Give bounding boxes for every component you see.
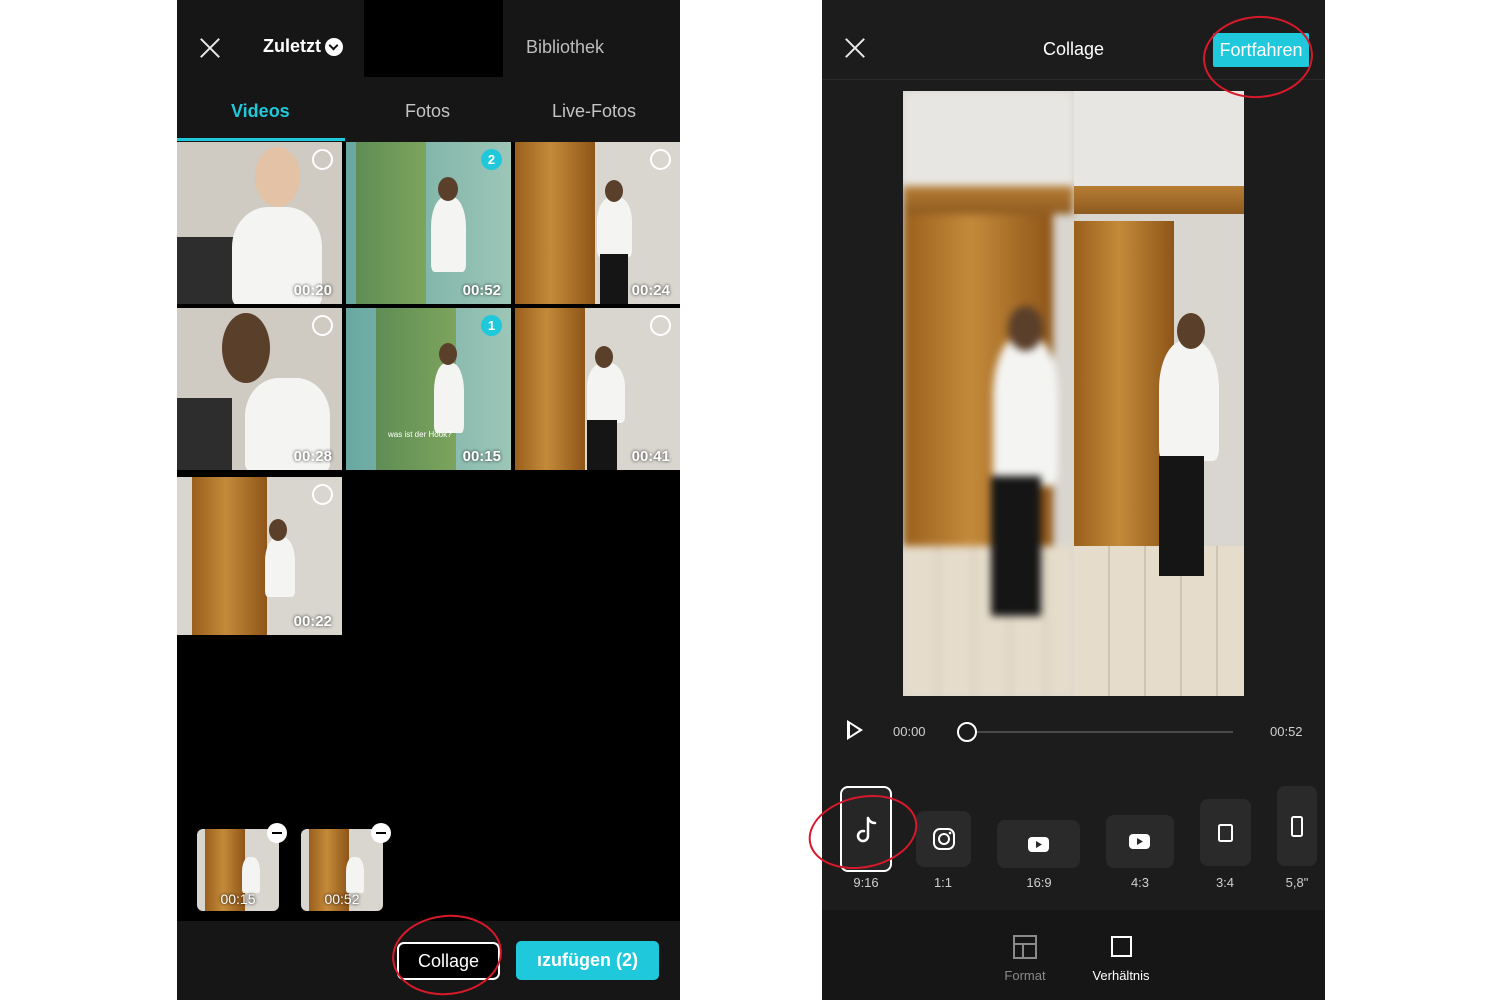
media-thumbnail[interactable]: 00:41 — [515, 308, 680, 470]
duration-label: 00:15 — [220, 891, 256, 907]
ratio-1-1-button[interactable] — [916, 811, 971, 867]
portrait-rect-icon — [1218, 824, 1233, 842]
media-thumbnail[interactable]: 2 00:52 — [346, 142, 511, 304]
layout-grid-icon — [1013, 935, 1037, 959]
ratio-5-8-button[interactable] — [1277, 786, 1317, 866]
media-picker-screen: Zuletzt Bibliothek Videos Fotos Live-Fot… — [177, 0, 680, 1000]
selection-circle[interactable] — [312, 149, 333, 170]
youtube-icon — [1129, 834, 1150, 849]
selection-circle[interactable] — [312, 315, 333, 336]
duration-label: 00:52 — [324, 891, 360, 907]
remove-clip-icon[interactable] — [267, 823, 287, 843]
selected-clip[interactable]: 00:52 — [301, 829, 383, 911]
editor-bottom-tabs: Format Verhältnis — [822, 910, 1325, 1000]
picker-top-bar: Zuletzt Bibliothek — [177, 0, 680, 80]
album-selector[interactable]: Zuletzt — [263, 36, 343, 57]
current-time: 00:00 — [893, 724, 926, 739]
playhead-knob[interactable] — [957, 722, 977, 742]
media-type-tabs: Videos Fotos Live-Fotos — [177, 80, 680, 142]
close-icon[interactable] — [199, 37, 221, 59]
library-tab[interactable]: Bibliothek — [526, 37, 604, 58]
tab-photos[interactable]: Fotos — [405, 101, 450, 122]
selection-number[interactable]: 2 — [481, 149, 502, 170]
ratio-label: 16:9 — [1026, 875, 1052, 890]
selection-circle[interactable] — [650, 149, 671, 170]
ratio-label: 3:4 — [1215, 875, 1235, 890]
add-button[interactable]: ızufügen (2) — [516, 941, 659, 980]
ratio-3-4-button[interactable] — [1200, 799, 1251, 866]
active-tab-indicator — [177, 138, 345, 141]
selected-clip[interactable]: 00:15 — [197, 829, 279, 911]
duration-label: 00:41 — [631, 448, 670, 465]
collage-preview[interactable] — [903, 91, 1244, 696]
duration-label: 00:22 — [293, 613, 332, 630]
youtube-icon — [1028, 837, 1049, 852]
media-thumbnail[interactable]: 00:28 — [177, 308, 342, 470]
ratio-label: 5,8" — [1285, 875, 1309, 890]
total-time: 00:52 — [1270, 724, 1303, 739]
instagram-icon — [933, 828, 955, 850]
remove-clip-icon[interactable] — [371, 823, 391, 843]
selection-circle[interactable] — [650, 315, 671, 336]
media-thumbnail[interactable]: 00:22 — [177, 477, 342, 635]
duration-label: 00:20 — [293, 282, 332, 299]
chevron-down-icon — [325, 37, 343, 56]
tab-videos[interactable]: Videos — [231, 101, 290, 122]
duration-label: 00:15 — [462, 448, 501, 465]
tab-format-label: Format — [1004, 968, 1046, 983]
redacted-area — [364, 0, 503, 77]
selection-circle[interactable] — [312, 484, 333, 505]
play-icon[interactable] — [847, 720, 863, 740]
collage-left-video[interactable] — [903, 91, 1073, 696]
selection-number[interactable]: 1 — [481, 315, 502, 336]
ratio-16-9-button[interactable] — [997, 820, 1080, 868]
collage-right-video[interactable] — [1074, 91, 1244, 696]
phone-rect-icon — [1291, 816, 1303, 837]
tab-ratio[interactable]: Verhältnis — [1081, 934, 1161, 983]
duration-label: 00:28 — [293, 448, 332, 465]
ratio-4-3-button[interactable] — [1106, 815, 1174, 868]
media-thumbnail[interactable]: was ist der Hook? 1 00:15 — [346, 308, 511, 470]
video-caption: was ist der Hook? — [388, 430, 452, 439]
tab-ratio-label: Verhältnis — [1092, 968, 1150, 983]
media-thumbnail[interactable]: 00:24 — [515, 142, 680, 304]
duration-label: 00:52 — [462, 282, 501, 299]
timeline-track[interactable] — [967, 731, 1233, 733]
ratio-label: 4:3 — [1130, 875, 1150, 890]
ratio-label: 1:1 — [933, 875, 953, 890]
square-icon — [1111, 936, 1132, 957]
duration-label: 00:24 — [631, 282, 670, 299]
selected-media-tray: 00:15 00:52 — [177, 812, 680, 922]
ratio-label: 9:16 — [853, 875, 879, 890]
tab-live-photos[interactable]: Live-Fotos — [552, 101, 636, 122]
tab-format[interactable]: Format — [985, 934, 1065, 983]
media-thumbnail[interactable]: 00:20 — [177, 142, 342, 304]
album-label: Zuletzt — [263, 36, 321, 56]
